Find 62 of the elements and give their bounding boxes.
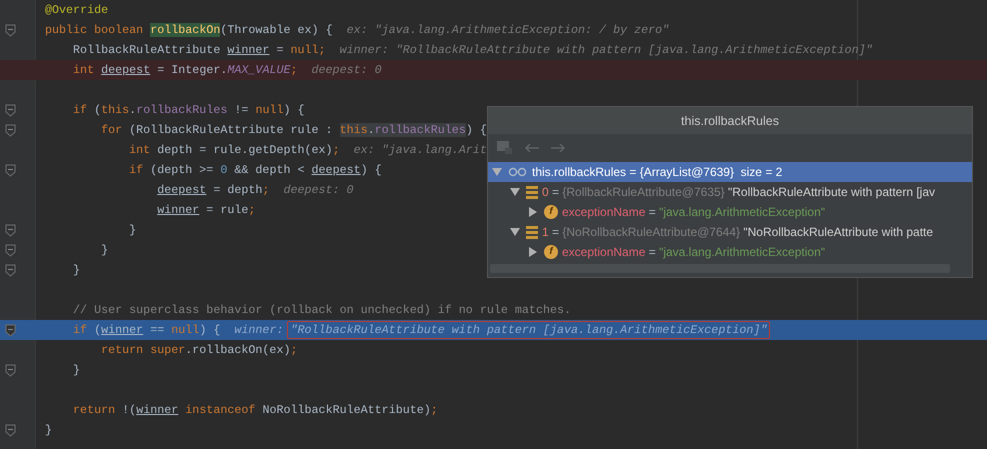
- code-text: // User superclass behavior (rollback on unchecked) if no rule matches.: [73, 303, 572, 317]
- expanded-triangle-icon[interactable]: [510, 227, 520, 237]
- node-text: this.rollbackRules = {ArrayList@7639} size = 2: [532, 165, 782, 179]
- fold-icon[interactable]: [5, 104, 16, 116]
- code-text: int depth = rule.getDepth(ex);: [129, 143, 340, 157]
- tree-row[interactable]: 0 = {RollbackRuleAttribute@7635} "RollbackRuleAttribute with pattern [jav: [488, 182, 972, 202]
- glasses-icon: [508, 167, 528, 177]
- expanded-triangle-icon[interactable]: [492, 167, 502, 177]
- code-text: }: [45, 423, 52, 437]
- fold-icon[interactable]: [5, 424, 16, 436]
- hint-value: "RollbackRuleAttribute with pattern [java.lang.ArithmeticException]": [394, 42, 874, 59]
- code-text: }: [129, 223, 136, 237]
- hint-value: 0: [374, 62, 383, 79]
- node-text: 1 = {NoRollbackRuleAttribute@7644} "NoRollbackRuleAttribute with patte: [542, 225, 934, 239]
- fold-icon[interactable]: [5, 124, 16, 136]
- code-text: for (RollbackRuleAttribute rule : this.rollbackRules) {: [101, 123, 487, 137]
- hint-value: "java.lang.ArithmeticException: / by zero": [374, 22, 670, 39]
- collapsed-triangle-icon[interactable]: [528, 247, 538, 257]
- node-text: 0 = {RollbackRuleAttribute@7635} "RollbackRuleAttribute with pattern [jav: [542, 185, 936, 199]
- collapsed-triangle-icon[interactable]: [528, 207, 538, 217]
- fold-icon[interactable]: [5, 244, 16, 256]
- code-text: public boolean rollbackOn(Throwable ex) {: [45, 23, 333, 37]
- field-badge: f: [544, 205, 558, 219]
- tree-row[interactable]: f exceptionName = "java.lang.ArithmeticException": [488, 242, 972, 262]
- fold-icon[interactable]: [5, 324, 16, 336]
- code-text: }: [101, 243, 108, 257]
- tree-row[interactable]: 1 = {NoRollbackRuleAttribute@7644} "NoRollbackRuleAttribute with patte: [488, 222, 972, 242]
- hint-label: winner:: [340, 43, 389, 57]
- code-text: return !(winner instanceof NoRollbackRuleAttribute);: [73, 403, 438, 417]
- hint-label: deepest:: [312, 63, 368, 77]
- code-text: return super.rollbackOn(ex);: [101, 343, 298, 357]
- code-text: if (depth >= 0 && depth < deepest) {: [129, 163, 382, 177]
- tree-row[interactable]: this.rollbackRules = {ArrayList@7639} size = 2: [488, 162, 972, 182]
- tree-row[interactable]: f exceptionName = "java.lang.ArithmeticException": [488, 202, 972, 222]
- hint-label: deepest:: [283, 183, 340, 197]
- fold-icon[interactable]: [5, 264, 16, 276]
- code-text: @Override: [45, 3, 108, 17]
- code-text: if (this.rollbackRules != null) {: [73, 103, 305, 117]
- hint-label: ex:: [354, 143, 375, 157]
- code-text: winner = rule;: [157, 203, 256, 217]
- hint-value: "java.lang.Arit: [380, 142, 488, 159]
- code-text: int deepest = Integer.MAX_VALUE;: [73, 63, 298, 77]
- code-text: RollbackRuleAttribute winner = null;: [73, 43, 326, 57]
- popup-title: this.rollbackRules: [488, 107, 972, 134]
- code-text: }: [73, 263, 80, 277]
- hint-value: "RollbackRuleAttribute with pattern [java.lang.ArithmeticException]": [287, 321, 770, 339]
- stack-icon: [526, 226, 538, 238]
- expanded-triangle-icon[interactable]: [510, 187, 520, 197]
- node-text: exceptionName = "java.lang.ArithmeticException": [562, 245, 826, 259]
- fold-icon[interactable]: [5, 24, 16, 36]
- code-text: }: [73, 363, 80, 377]
- fold-icon[interactable]: [5, 164, 16, 176]
- code-text: if (winner == null) {: [73, 323, 220, 337]
- field-badge: f: [544, 245, 558, 259]
- hint-value: 0: [346, 182, 355, 199]
- fold-icon[interactable]: [5, 224, 16, 236]
- fold-icon[interactable]: [5, 364, 16, 376]
- hint-label: winner:: [234, 323, 284, 337]
- stack-icon: [526, 186, 538, 198]
- code-text: deepest = depth;: [157, 183, 270, 197]
- hint-label: ex:: [346, 23, 368, 37]
- node-text: exceptionName = "java.lang.ArithmeticException": [562, 205, 826, 219]
